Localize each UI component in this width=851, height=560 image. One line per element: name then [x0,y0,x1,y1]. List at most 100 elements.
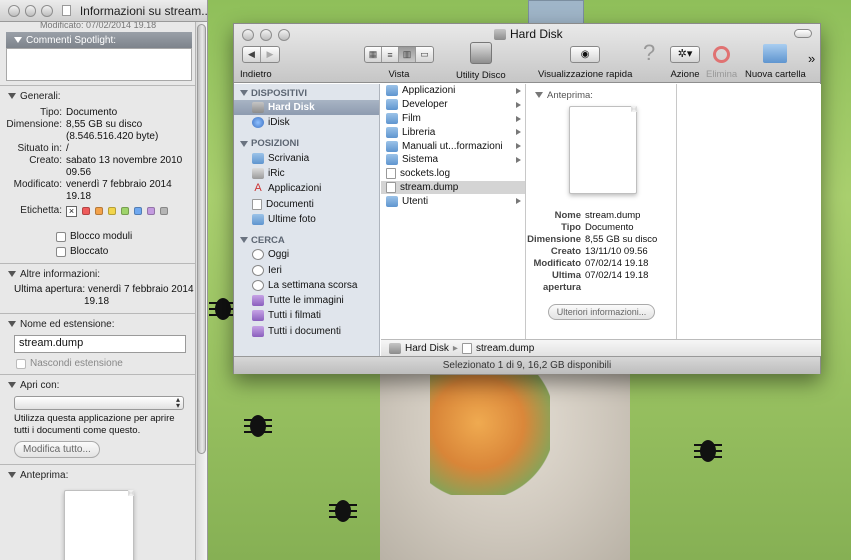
folder-icon [386,140,398,152]
info-scrollbar[interactable] [195,22,207,560]
new-folder-icon [763,44,788,63]
chevron-right-icon [516,156,521,163]
sidebar-item-idisk[interactable]: iDisk [234,115,379,130]
toolbar-overflow-button[interactable]: » [808,51,815,66]
column-view-icon[interactable]: ▥ [399,47,416,62]
file-row[interactable]: Sistema [381,153,525,167]
locked-checkbox[interactable]: Bloccato [56,246,196,257]
zoom-button[interactable] [41,4,54,17]
sidebar-item-label: iDisk [268,117,290,129]
label-color-swatch[interactable] [95,207,103,215]
delete-button[interactable]: Elimina [706,46,737,80]
file-row-label: Film [402,112,421,124]
minimize-button[interactable] [24,4,37,17]
document-icon [386,168,396,180]
help-icon[interactable]: ? [643,40,655,66]
more-info-button[interactable]: Ulteriori informazioni... [547,304,656,320]
hide-extension-checkbox[interactable]: Nascondi estensione [16,358,196,369]
scrollbar-thumb[interactable] [197,24,206,454]
document-icon [62,5,71,16]
path-disk[interactable]: Hard Disk [405,343,449,354]
checkbox-box[interactable] [16,358,26,369]
spotlight-comments-field[interactable] [6,48,192,81]
sidebar-header-search[interactable]: CERCA [234,233,379,247]
general-row: Modificato: venerdì 7 febbraio 2014 [0,179,196,191]
open-with-header[interactable]: Apri con: [0,377,196,393]
sidebar-item-oggi[interactable]: Oggi [234,247,379,262]
preview-header[interactable]: Anteprima: [0,467,196,483]
gear-icon: ✲▾ [670,46,700,63]
preview-row-value: stream.dump [585,210,641,221]
file-row[interactable]: Developer [381,98,525,112]
file-row[interactable]: stream.dump [381,180,525,195]
general-header[interactable]: Generali: [0,88,196,104]
info-titlebar[interactable]: Informazioni su stream... [0,0,207,22]
preview-row-key: Tipo [561,222,581,233]
sidebar-item-label: La settimana scorsa [268,279,358,291]
sidebar-item-ieri[interactable]: Ieri [234,262,379,277]
sidebar-header-places[interactable]: POSIZIONI [234,137,379,151]
close-button[interactable] [242,29,254,41]
coverflow-view-icon[interactable]: ▭ [416,47,433,62]
file-row[interactable]: Film [381,112,525,126]
label-color-swatch[interactable] [121,207,129,215]
preview-row-value: 8,55 GB su disco [585,234,658,245]
window-title-label: Hard Disk [510,27,563,41]
sidebar-item-applicazioni[interactable]: A Applicazioni [234,181,379,196]
lock-modules-checkbox[interactable]: Blocco moduli [56,231,196,242]
label-color-swatch[interactable] [108,207,116,215]
eye-icon: ◉ [570,46,601,63]
close-button[interactable] [8,4,20,17]
file-row[interactable]: Applicazioni [381,84,525,98]
file-row[interactable]: sockets.log [381,167,525,181]
label-color-swatch[interactable] [134,207,142,215]
more-info-header[interactable]: Altre informazioni: [0,266,196,282]
label-color-swatch[interactable] [147,207,155,215]
sidebar-item-scrivania[interactable]: Scrivania [234,151,379,166]
file-row[interactable]: Libreria [381,125,525,139]
disclosure-triangle-icon [240,237,248,244]
minimize-button[interactable] [260,29,272,41]
path-file[interactable]: stream.dump [476,343,534,354]
toolbar-toggle-button[interactable] [794,29,812,38]
sidebar-item-la-settimana-scorsa[interactable]: La settimana scorsa [234,278,379,293]
disk-utility-button[interactable]: Utility Disco [456,42,506,81]
back-arrow-icon[interactable]: ◀ [243,47,262,62]
doc-icon [252,198,262,210]
preview-row: Tipo Documento [513,222,676,234]
list-view-icon[interactable]: ≡ [382,47,399,62]
checkbox-box[interactable] [56,231,66,242]
open-with-select[interactable]: ▴ ▾ [14,396,184,410]
sidebar-header-devices[interactable]: DISPOSITIVI [234,86,379,100]
quicklook-button[interactable]: ◉ Visualizzazione rapida [538,46,632,80]
label-color-swatch[interactable] [160,207,168,215]
sidebar-item-label: Documenti [266,198,314,210]
forward-arrow-icon[interactable]: ▶ [261,47,279,62]
file-row[interactable]: Manuali ut...formazioni [381,139,525,153]
sidebar-item-tutte-le-immagini[interactable]: Tutte le immagini [234,293,379,308]
info-window-title: Informazioni su stream... [79,3,208,18]
new-folder-button[interactable]: Nuova cartella [745,44,806,80]
zoom-button[interactable] [278,29,290,41]
name-ext-header[interactable]: Nome ed estensione: [0,316,196,332]
sidebar-item-hard-disk[interactable]: Hard Disk [234,100,379,116]
home-icon [252,168,264,180]
filename-field[interactable]: stream.dump [14,335,186,353]
action-button[interactable]: ✲▾ Azione [670,46,700,80]
file-row-label: Libreria [402,126,436,138]
sidebar-item-label: Tutti i filmati [268,310,321,322]
sidebar-item-documenti[interactable]: Documenti [234,196,379,211]
chevron-right-icon [516,101,521,108]
icon-view-icon[interactable]: ▦ [365,47,382,62]
spotlight-header[interactable]: Commenti Spotlight: [6,32,192,48]
sidebar-item-label: Scrivania [268,152,310,164]
checkbox-box[interactable] [56,246,66,257]
sidebar-item-iric[interactable]: iRic [234,166,379,181]
file-row[interactable]: Utenti [381,194,525,208]
label-color-swatch[interactable] [82,207,90,215]
sidebar-item-tutti-i-documenti[interactable]: Tutti i documenti [234,324,379,339]
no-label-swatch[interactable]: × [66,205,77,217]
sidebar-item-tutti-i-filmati[interactable]: Tutti i filmati [234,308,379,323]
sidebar-item-ultime-foto[interactable]: Ultime foto [234,212,379,227]
change-all-button[interactable]: Modifica tutto... [14,441,100,458]
